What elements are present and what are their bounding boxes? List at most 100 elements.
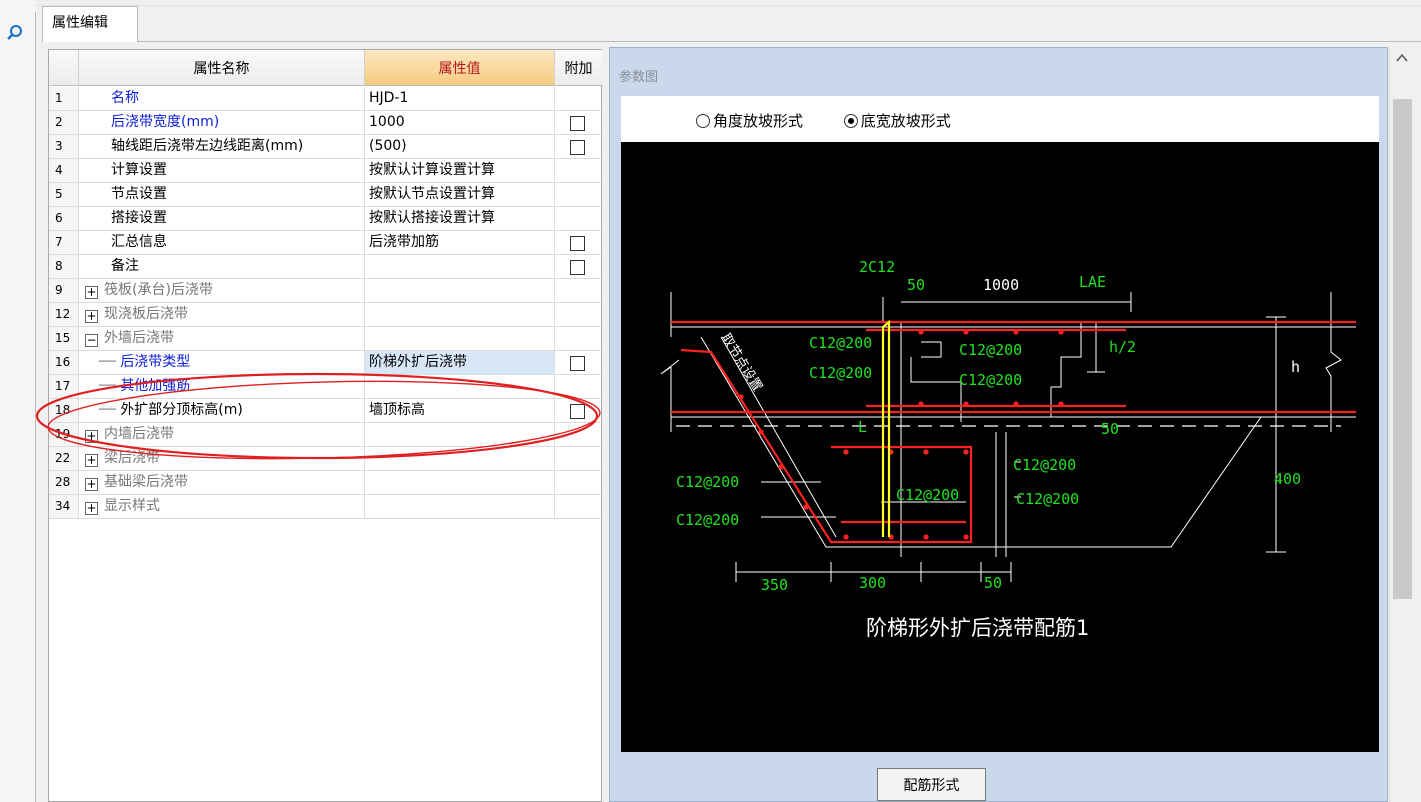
- table-row[interactable]: 9 + 筏板(承台)后浇带: [49, 279, 602, 303]
- expand-icon[interactable]: +: [85, 286, 98, 299]
- table-row[interactable]: 15− 外墙后浇带: [49, 327, 602, 351]
- expand-icon[interactable]: +: [85, 454, 98, 467]
- label-bar-g: C12@200: [1016, 490, 1079, 508]
- table-row[interactable]: 19 + 内墙后浇带: [49, 423, 602, 447]
- checkbox[interactable]: [570, 356, 585, 371]
- scroll-thumb[interactable]: [1393, 99, 1412, 599]
- extra-cell: [555, 351, 602, 374]
- table-row[interactable]: 28 + 基础梁后浇带: [49, 471, 602, 495]
- panel-scrollbar[interactable]: [1389, 47, 1414, 802]
- property-name-cell[interactable]: 名称: [79, 87, 365, 110]
- table-row[interactable]: 12 + 现浇板后浇带: [49, 303, 602, 327]
- property-value-cell[interactable]: (500): [365, 135, 555, 158]
- property-value-cell[interactable]: 后浇带加筋: [365, 231, 555, 254]
- table-row[interactable]: 3 轴线距后浇带左边线距离(mm) (500): [49, 135, 602, 159]
- property-value-cell[interactable]: [365, 471, 555, 494]
- property-name-cell[interactable]: 节点设置: [79, 183, 365, 206]
- property-name-cell[interactable]: + 内墙后浇带: [79, 423, 365, 446]
- table-row[interactable]: 22 + 梁后浇带: [49, 447, 602, 471]
- radio-off-icon[interactable]: [696, 114, 710, 128]
- search-icon[interactable]: [6, 24, 24, 42]
- property-name-cell[interactable]: ── 后浇带类型: [79, 351, 365, 374]
- property-name-cell[interactable]: 备注: [79, 255, 365, 278]
- property-value-cell[interactable]: HJD-1: [365, 87, 555, 110]
- scroll-up-icon[interactable]: [1396, 53, 1408, 63]
- property-value-cell[interactable]: 墙顶标高: [365, 399, 555, 422]
- property-value-cell[interactable]: 按默认搭接设置计算: [365, 207, 555, 230]
- property-name: 其他加强筋: [120, 378, 191, 394]
- checkbox[interactable]: [570, 140, 585, 155]
- radio-bottom-width-slope[interactable]: 底宽放坡形式: [843, 110, 951, 131]
- table-row[interactable]: 1 名称 HJD-1: [49, 87, 602, 111]
- property-value-cell[interactable]: [365, 447, 555, 470]
- label-dim-300: 300: [859, 574, 886, 592]
- property-name-cell[interactable]: + 梁后浇带: [79, 447, 365, 470]
- property-value-cell[interactable]: [365, 375, 555, 398]
- table-row[interactable]: 34 + 显示样式: [49, 495, 602, 519]
- property-name-cell[interactable]: ── 外扩部分顶标高(m): [79, 399, 365, 422]
- label-bar-f: C12@200: [896, 486, 959, 504]
- expand-icon[interactable]: +: [85, 478, 98, 491]
- extra-cell: [555, 303, 602, 326]
- property-value-cell[interactable]: 按默认计算设置计算: [365, 159, 555, 182]
- property-name-cell[interactable]: 后浇带宽度(mm): [79, 111, 365, 134]
- label-dim-400: 400: [1274, 470, 1301, 488]
- radio-label: 角度放坡形式: [713, 112, 804, 130]
- property-name: 基础梁后浇带: [104, 474, 188, 490]
- property-value-cell[interactable]: [365, 495, 555, 518]
- table-row[interactable]: 8 备注: [49, 255, 602, 279]
- table-row[interactable]: 18 ── 外扩部分顶标高(m) 墙顶标高: [49, 399, 602, 423]
- property-value-cell[interactable]: 1000: [365, 111, 555, 134]
- checkbox[interactable]: [570, 116, 585, 131]
- tree-connector: ──: [99, 354, 121, 370]
- property-value-cell[interactable]: [365, 423, 555, 446]
- property-name-cell[interactable]: 汇总信息: [79, 231, 365, 254]
- property-name-cell[interactable]: 轴线距后浇带左边线距离(mm): [79, 135, 365, 158]
- property-name-cell[interactable]: ── 其他加强筋: [79, 375, 365, 398]
- table-row[interactable]: 6 搭接设置 按默认搭接设置计算: [49, 207, 602, 231]
- table-row[interactable]: 7 汇总信息 后浇带加筋: [49, 231, 602, 255]
- table-row[interactable]: 5 节点设置 按默认节点设置计算: [49, 183, 602, 207]
- label-dim-350: 350: [761, 576, 788, 594]
- property-value-cell[interactable]: [365, 327, 555, 350]
- label-bar-a: C12@200: [809, 334, 872, 352]
- property-value-cell[interactable]: [365, 255, 555, 278]
- extra-cell: [555, 207, 602, 230]
- extra-cell: [555, 159, 602, 182]
- rebar-form-button[interactable]: 配筋形式: [877, 768, 986, 801]
- panel-title: 参数图: [619, 70, 659, 85]
- checkbox[interactable]: [570, 404, 585, 419]
- property-name-cell[interactable]: + 现浇板后浇带: [79, 303, 365, 326]
- expand-icon[interactable]: +: [85, 310, 98, 323]
- table-row[interactable]: 2 后浇带宽度(mm) 1000: [49, 111, 602, 135]
- property-name-cell[interactable]: + 筏板(承台)后浇带: [79, 279, 365, 302]
- property-value-cell[interactable]: 按默认节点设置计算: [365, 183, 555, 206]
- property-value-cell[interactable]: [365, 279, 555, 302]
- property-name-cell[interactable]: + 显示样式: [79, 495, 365, 518]
- property-name-cell[interactable]: + 基础梁后浇带: [79, 471, 365, 494]
- property-name: 后浇带类型: [120, 354, 191, 370]
- checkbox[interactable]: [570, 260, 585, 275]
- header-property-value[interactable]: 属性值: [365, 50, 555, 86]
- collapse-icon[interactable]: −: [85, 334, 98, 347]
- property-name-cell[interactable]: 计算设置: [79, 159, 365, 182]
- property-name-cell[interactable]: − 外墙后浇带: [79, 327, 365, 350]
- property-name-cell[interactable]: 搭接设置: [79, 207, 365, 230]
- property-value-cell[interactable]: [365, 303, 555, 326]
- radio-on-icon[interactable]: [843, 114, 858, 128]
- tab-property-edit[interactable]: 属性编辑: [42, 6, 138, 42]
- checkbox[interactable]: [570, 236, 585, 251]
- table-row[interactable]: 16 ── 后浇带类型 阶梯外扩后浇带: [49, 351, 602, 375]
- expand-icon[interactable]: +: [85, 430, 98, 443]
- property-name: 汇总信息: [111, 234, 167, 250]
- property-value-cell[interactable]: 阶梯外扩后浇带: [365, 351, 555, 374]
- expand-icon[interactable]: +: [85, 502, 98, 515]
- header-extra[interactable]: 附加: [555, 50, 602, 86]
- table-row[interactable]: 17 ── 其他加强筋: [49, 375, 602, 399]
- radio-angle-slope[interactable]: 角度放坡形式: [696, 110, 803, 131]
- table-row[interactable]: 4 计算设置 按默认计算设置计算: [49, 159, 602, 183]
- header-property-name[interactable]: 属性名称: [79, 50, 365, 86]
- property-name: 内墙后浇带: [104, 426, 174, 442]
- label-dim-50-top: 50: [907, 276, 925, 294]
- property-name: 计算设置: [111, 162, 167, 178]
